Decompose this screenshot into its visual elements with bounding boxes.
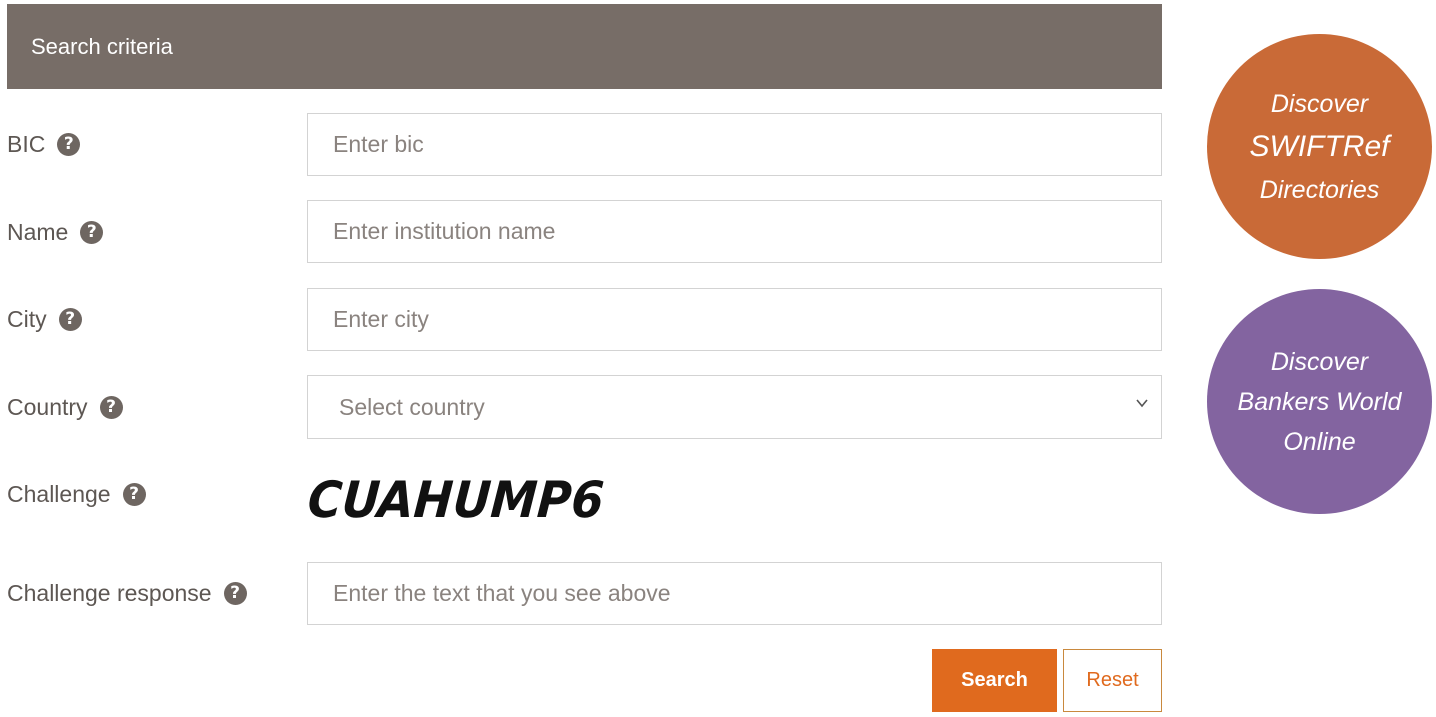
help-icon[interactable]: ? bbox=[99, 395, 123, 419]
help-icon[interactable]: ? bbox=[122, 482, 146, 506]
promo-line: Directories bbox=[1259, 175, 1380, 204]
page: Search criteria BIC ? Name ? City ? Coun… bbox=[0, 0, 1436, 717]
promo-line: Bankers World bbox=[1237, 387, 1402, 416]
institution-name-input[interactable] bbox=[307, 200, 1162, 263]
reset-button[interactable]: Reset bbox=[1063, 649, 1162, 712]
country-label: Country bbox=[7, 393, 88, 420]
challenge-label-row: Challenge ? bbox=[7, 479, 146, 509]
help-icon[interactable]: ? bbox=[223, 581, 247, 605]
promo-line: SWIFTRef bbox=[1249, 129, 1390, 163]
bic-label: BIC bbox=[7, 130, 46, 157]
captcha-text: CUAHUMP6 bbox=[308, 471, 606, 526]
city-label: City bbox=[7, 305, 47, 332]
chevron-down-icon bbox=[1136, 399, 1148, 408]
search-button[interactable]: Search bbox=[932, 649, 1057, 712]
discover-bankers-world-link[interactable]: Discover Bankers World Online bbox=[1207, 289, 1432, 514]
search-criteria-title: Search criteria bbox=[31, 33, 173, 59]
country-select-value: Select country bbox=[339, 393, 485, 420]
captcha-image: CUAHUMP6 bbox=[308, 471, 606, 526]
bic-input[interactable] bbox=[307, 113, 1162, 176]
bic-label-row: BIC ? bbox=[7, 129, 81, 159]
city-label-row: City ? bbox=[7, 304, 82, 334]
name-label: Name bbox=[7, 218, 69, 245]
country-select[interactable]: Select country bbox=[307, 375, 1162, 439]
challenge-label: Challenge bbox=[7, 480, 111, 507]
challenge-response-input[interactable] bbox=[307, 562, 1162, 625]
help-icon[interactable]: ? bbox=[80, 220, 104, 244]
challenge-response-label-row: Challenge response ? bbox=[7, 578, 247, 608]
help-icon[interactable]: ? bbox=[57, 132, 81, 156]
country-label-row: Country ? bbox=[7, 392, 123, 422]
challenge-response-label: Challenge response bbox=[7, 579, 212, 606]
promo-line: Discover bbox=[1270, 89, 1369, 118]
name-label-row: Name ? bbox=[7, 217, 104, 247]
promo-line: Online bbox=[1283, 427, 1356, 456]
search-criteria-header: Search criteria bbox=[7, 4, 1162, 89]
promo-line: Discover bbox=[1270, 347, 1369, 376]
discover-swiftref-link[interactable]: Discover SWIFTRef Directories bbox=[1207, 34, 1432, 259]
city-input[interactable] bbox=[307, 288, 1162, 351]
help-icon[interactable]: ? bbox=[58, 307, 82, 331]
